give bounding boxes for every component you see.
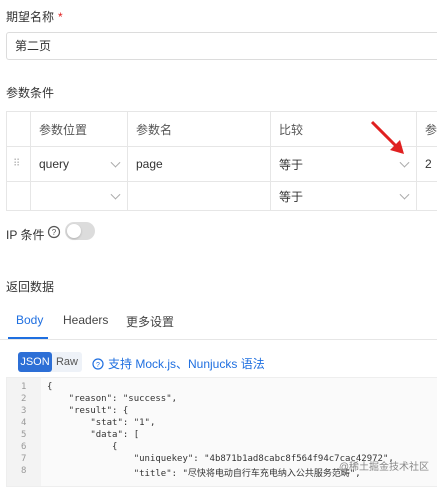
watermark-text: @稀土掘金技术社区 — [338, 462, 429, 473]
code-line: "reason": "success", — [47, 394, 178, 404]
compare-value: 等于 — [279, 189, 304, 204]
mock-syntax-link[interactable]: ? 支持 Mock.js、Nunjucks 语法 — [92, 355, 265, 372]
compare-value: 等于 — [279, 157, 304, 172]
code-line: { — [47, 442, 118, 452]
header-drag-col — [6, 112, 30, 146]
chevron-down-icon — [110, 157, 121, 168]
drag-handle[interactable] — [6, 182, 30, 210]
code-line: "data": [ — [47, 430, 140, 440]
chevron-down-icon — [399, 189, 410, 200]
drag-handle-icon: ⠿ — [13, 158, 20, 170]
mock-syntax-text: 支持 Mock.js、Nunjucks 语法 — [108, 357, 265, 371]
params-section-title: 参数条件 — [6, 86, 55, 100]
position-select[interactable] — [30, 182, 127, 210]
ip-condition-label: IP 条件 — [6, 228, 45, 242]
line-number: 1 — [21, 382, 27, 392]
code-line: { — [47, 382, 53, 392]
table-row: 等于 — [6, 182, 437, 211]
tab-more-settings[interactable]: 更多设置 — [126, 313, 174, 330]
active-tab-indicator — [8, 337, 48, 339]
code-line: "stat": "1", — [47, 418, 156, 428]
param-value-input[interactable] — [416, 182, 437, 210]
return-data-title: 返回数据 — [6, 280, 55, 294]
required-mark: * — [58, 10, 63, 24]
svg-text:?: ? — [96, 362, 100, 369]
help-circle-icon: ? — [92, 357, 104, 370]
return-data-tabs: Body Headers 更多设置 — [0, 307, 437, 340]
header-name: 参数名 — [127, 112, 270, 146]
param-name-input[interactable]: page — [127, 147, 270, 181]
json-format-button[interactable]: JSON — [18, 352, 52, 372]
line-number: 3 — [21, 406, 27, 416]
line-number: 8 — [21, 466, 27, 476]
drag-handle[interactable]: ⠿ — [6, 147, 30, 181]
compare-select[interactable]: 等于 — [270, 182, 416, 210]
header-position: 参数位置 — [30, 112, 127, 146]
header-value: 参 — [416, 112, 437, 146]
line-number: 2 — [21, 394, 27, 404]
tab-headers[interactable]: Headers — [63, 313, 108, 327]
param-name-input[interactable] — [127, 182, 270, 210]
code-line: "title": "尽快将电动自行车充电纳入公共服务范畴", — [47, 469, 361, 479]
line-number: 4 — [21, 418, 27, 428]
format-toggle-group: JSON Raw — [18, 352, 82, 372]
position-select[interactable]: query — [30, 147, 127, 181]
chevron-down-icon — [110, 189, 121, 200]
line-number: 7 — [21, 454, 27, 464]
raw-format-button[interactable]: Raw — [52, 352, 82, 372]
ip-condition-toggle[interactable] — [65, 222, 95, 240]
annotation-arrow-icon — [370, 120, 404, 154]
expected-name-label-text: 期望名称 — [6, 10, 55, 24]
expected-name-input[interactable]: 第二页 — [6, 32, 437, 60]
tab-body[interactable]: Body — [16, 313, 43, 327]
code-line: "result": { — [47, 406, 129, 416]
line-number: 6 — [21, 442, 27, 452]
svg-text:?: ? — [52, 228, 57, 237]
line-number: 5 — [21, 430, 27, 440]
position-value: query — [39, 157, 70, 171]
expected-name-label: 期望名称 * — [6, 8, 63, 25]
question-circle-icon[interactable]: ? — [47, 225, 61, 239]
param-value-input[interactable]: 2 — [416, 147, 437, 181]
